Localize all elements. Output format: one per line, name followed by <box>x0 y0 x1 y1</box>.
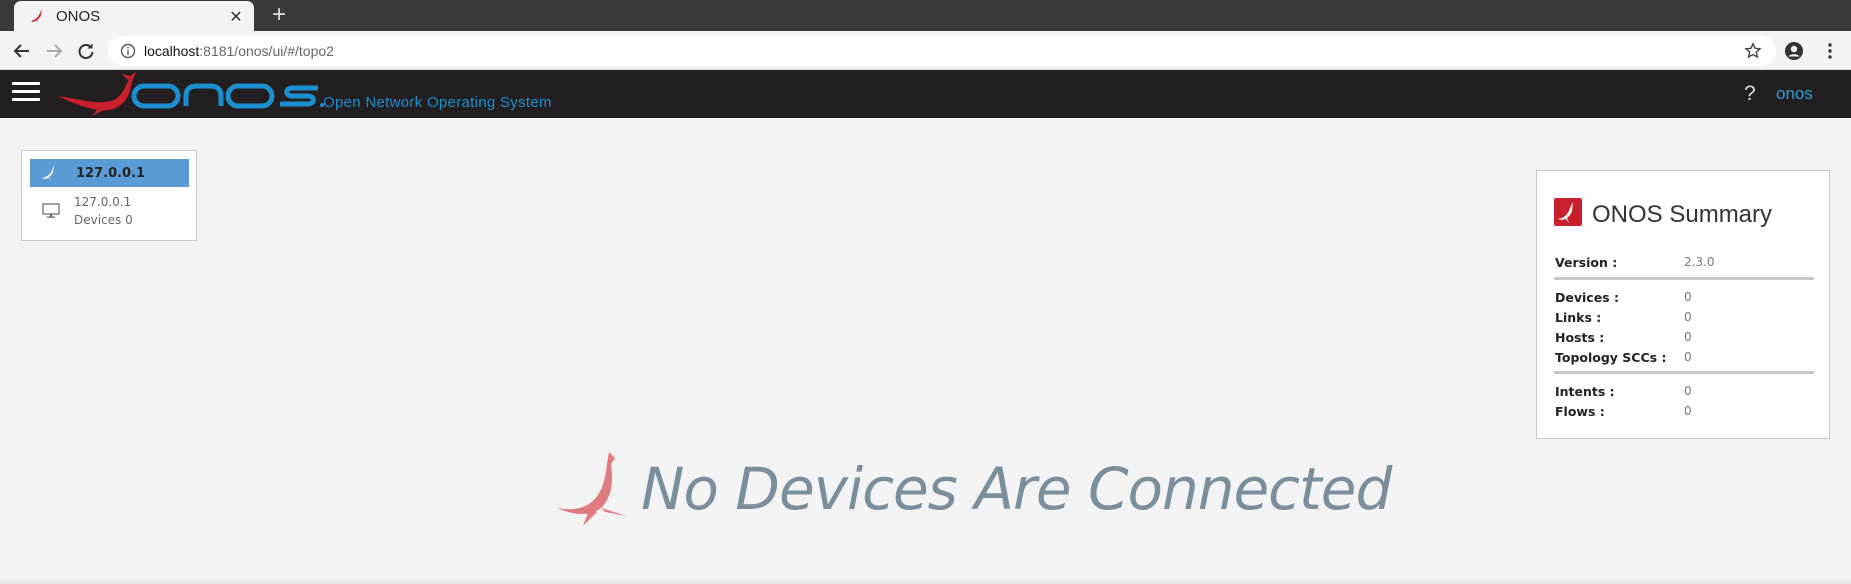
user-name-link[interactable]: onos <box>1776 84 1813 104</box>
browser-tab[interactable]: ONOS ✕ <box>14 1 254 31</box>
address-bar[interactable]: localhost:8181/onos/ui/#/topo2 <box>108 36 1776 66</box>
url-path: :8181/onos/ui/#/topo2 <box>199 43 334 59</box>
forward-button[interactable] <box>40 37 68 65</box>
info-icon <box>120 43 136 59</box>
summary-label: Devices : <box>1555 290 1619 305</box>
new-tab-button[interactable]: + <box>266 2 292 28</box>
summary-label: Topology SCCs : <box>1555 350 1667 365</box>
tab-title: ONOS <box>56 7 101 25</box>
summary-divider <box>1554 277 1814 280</box>
reload-button[interactable] <box>72 37 100 65</box>
forward-arrow-icon <box>47 44 63 58</box>
cluster-devices-count: Devices 0 <box>74 213 133 227</box>
summary-label: Links : <box>1555 310 1602 325</box>
onos-tagline: Open Network Operating System <box>323 94 552 111</box>
summary-label: Intents : <box>1555 384 1615 399</box>
reload-icon <box>78 43 94 59</box>
summary-title: ONOS Summary <box>1592 201 1773 228</box>
url-host: localhost <box>144 43 200 59</box>
no-devices-message: No Devices Are Connected <box>555 450 1392 528</box>
browser-toolbar: localhost:8181/onos/ui/#/topo2 <box>0 31 1851 70</box>
onos-favicon-icon <box>31 9 42 23</box>
onos-bird-icon <box>557 452 627 526</box>
cluster-header-ip: 127.0.0.1 <box>76 165 146 181</box>
summary-value: 0 <box>1684 330 1692 344</box>
onos-summary-panel: ONOS Summary Version : 2.3.0 Devices : 0… <box>1536 170 1830 439</box>
star-icon[interactable] <box>1744 42 1762 60</box>
summary-label: Hosts : <box>1555 330 1605 345</box>
summary-value: 0 <box>1684 350 1692 364</box>
monitor-icon <box>42 203 60 218</box>
onos-logo[interactable] <box>56 72 326 116</box>
browser-menu-button[interactable] <box>1816 37 1844 65</box>
summary-label: Version : <box>1555 255 1618 270</box>
cluster-node-header[interactable]: 127.0.0.1 <box>30 159 189 187</box>
help-button[interactable]: ? <box>1744 82 1756 106</box>
cluster-panel: 127.0.0.1 127.0.0.1 Devices 0 <box>21 150 197 241</box>
hamburger-icon[interactable] <box>12 82 40 106</box>
summary-label: Flows : <box>1555 404 1605 419</box>
close-tab-icon[interactable]: ✕ <box>224 4 248 28</box>
summary-value: 2.3.0 <box>1684 255 1715 269</box>
cluster-node-ip: 127.0.0.1 <box>74 195 132 209</box>
onos-masthead: Open Network Operating System ? onos <box>0 70 1851 118</box>
back-button[interactable] <box>8 37 36 65</box>
no-devices-text: No Devices Are Connected <box>641 455 1392 523</box>
menu-dots-icon <box>1828 43 1832 59</box>
browser-tab-strip: ONOS ✕ + <box>0 0 1851 31</box>
summary-value: 0 <box>1684 310 1692 324</box>
summary-divider <box>1554 371 1814 374</box>
account-icon <box>1785 42 1803 60</box>
account-button[interactable] <box>1780 37 1808 65</box>
back-arrow-icon <box>13 44 29 58</box>
url-text: localhost:8181/onos/ui/#/topo2 <box>144 43 334 59</box>
summary-value: 0 <box>1684 290 1692 304</box>
summary-value: 0 <box>1684 384 1692 398</box>
summary-value: 0 <box>1684 404 1692 418</box>
onos-bird-icon <box>1554 198 1582 226</box>
onos-bird-icon <box>42 165 54 181</box>
